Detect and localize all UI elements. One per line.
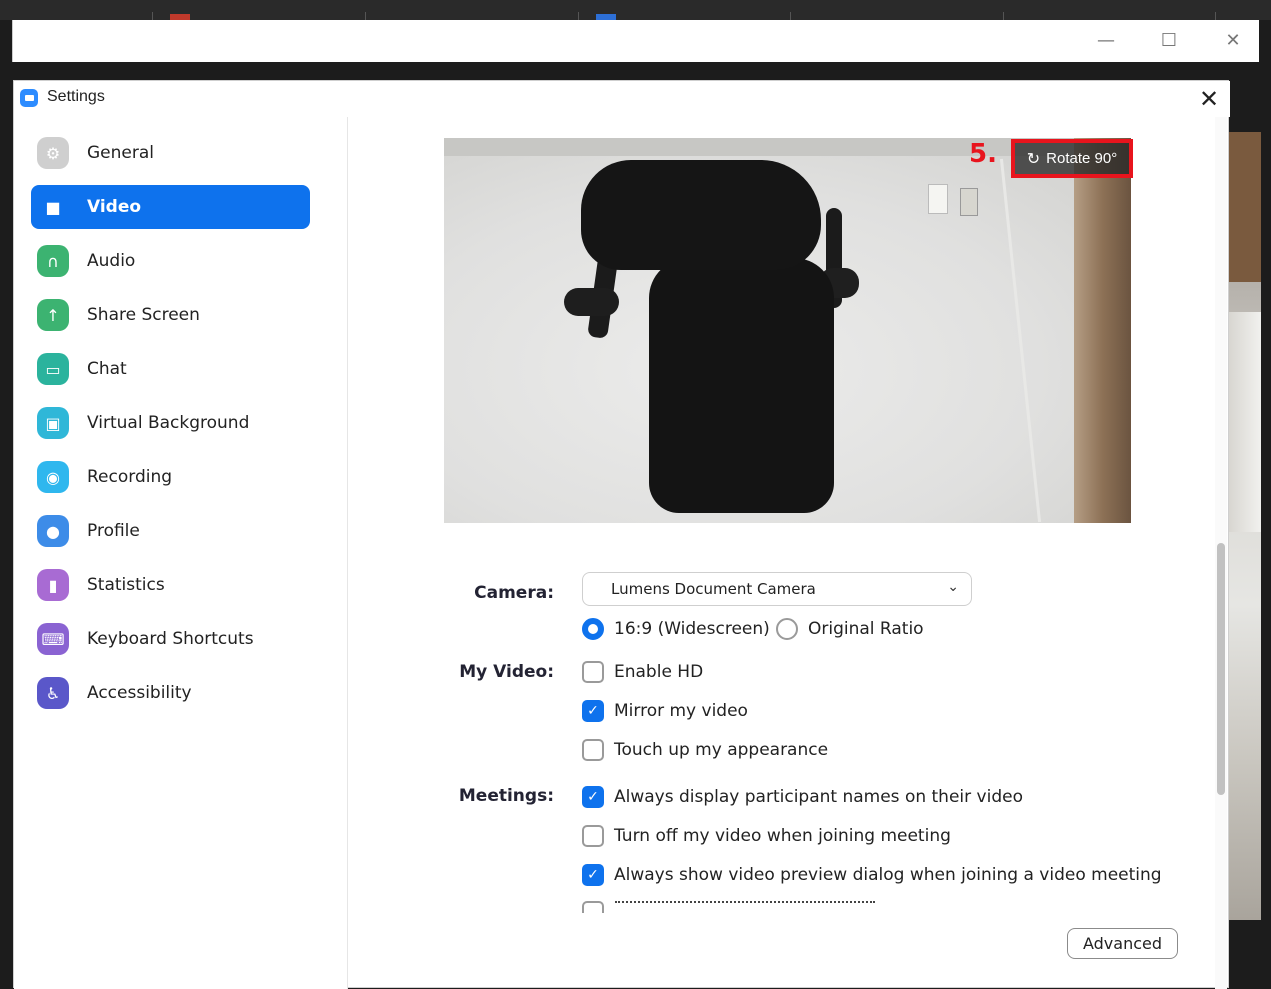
sidebar-item-label: Audio — [87, 251, 136, 271]
sidebar-item-label: Recording — [87, 467, 173, 487]
tab-divider — [365, 12, 366, 20]
tab-divider — [1215, 12, 1216, 20]
sidebar-item-label: Share Screen — [87, 305, 200, 325]
statistics-icon: ▮ — [37, 569, 69, 601]
sidebar-item-label: Statistics — [87, 575, 165, 595]
gear-icon: ⚙ — [37, 137, 69, 169]
touch-up-checkbox[interactable] — [582, 739, 604, 761]
preview-object — [1074, 138, 1131, 523]
background-object — [1229, 312, 1261, 532]
ratio-original-option[interactable]: Original Ratio — [776, 618, 924, 640]
turn-off-video-checkbox[interactable] — [582, 825, 604, 847]
accessibility-icon: ♿ — [37, 677, 69, 709]
sidebar-item-audio[interactable]: ∩ Audio — [31, 239, 310, 283]
clipped-option-row — [582, 901, 1182, 913]
dialog-titlebar: Settings ✕ — [14, 81, 1230, 117]
zoom-app-icon — [20, 89, 38, 107]
sidebar-item-label: Virtual Background — [87, 413, 250, 433]
camera-label: Camera: — [474, 583, 554, 603]
video-camera-icon: ■ — [45, 197, 61, 217]
clipped-checkbox[interactable] — [582, 901, 604, 913]
video-preview-dialog-checkbox[interactable]: ✓ — [582, 864, 604, 886]
sidebar-item-video[interactable]: ■ Video — [31, 185, 310, 229]
display-names-checkbox[interactable]: ✓ — [582, 786, 604, 808]
share-screen-icon: ↑ — [37, 299, 69, 331]
sidebar-item-label: Profile — [87, 521, 140, 541]
rotate-label: Rotate 90° — [1046, 150, 1118, 167]
sidebar-item-virtual-background[interactable]: ▣ Virtual Background — [31, 401, 310, 445]
my-video-label: My Video: — [459, 662, 554, 682]
meetings-label: Meetings: — [458, 786, 554, 806]
step-annotation-label: 5. — [969, 139, 997, 169]
close-window-button[interactable]: ✕ — [1218, 28, 1248, 52]
clipped-label — [615, 901, 875, 905]
preview-object — [960, 188, 978, 216]
sidebar-item-accessibility[interactable]: ♿ Accessibility — [31, 671, 310, 715]
tab-divider — [578, 12, 579, 20]
camera-dropdown[interactable]: Lumens Document Camera ⌄ — [582, 572, 972, 606]
ratio-original-radio[interactable] — [776, 618, 798, 640]
tab-divider — [152, 12, 153, 20]
mirror-video-option[interactable]: ✓ Mirror my video — [582, 700, 748, 722]
mirror-video-label: Mirror my video — [614, 701, 748, 721]
sidebar-item-recording[interactable]: ◉ Recording — [31, 455, 310, 499]
ratio-original-label: Original Ratio — [808, 619, 924, 639]
sidebar-item-keyboard-shortcuts[interactable]: ⌨ Keyboard Shortcuts — [31, 617, 310, 661]
background-object — [1229, 132, 1261, 282]
sidebar-item-label: Accessibility — [87, 683, 192, 703]
minimize-button[interactable]: — — [1091, 28, 1121, 52]
preview-object — [928, 184, 948, 214]
ratio-widescreen-label: 16:9 (Widescreen) — [614, 619, 770, 639]
close-dialog-button[interactable]: ✕ — [1194, 85, 1224, 113]
sidebar-item-statistics[interactable]: ▮ Statistics — [31, 563, 310, 607]
rotate-90-button[interactable]: ↻ Rotate 90° — [1011, 139, 1133, 178]
video-preview-dialog-label: Always show video preview dialog when jo… — [614, 865, 1162, 885]
preview-object — [649, 258, 834, 513]
virtual-background-icon: ▣ — [37, 407, 69, 439]
advanced-button[interactable]: Advanced — [1067, 928, 1178, 959]
touch-up-option[interactable]: Touch up my appearance — [582, 739, 828, 761]
background-browser-strip — [0, 0, 1271, 20]
touch-up-label: Touch up my appearance — [614, 740, 829, 760]
parent-window-titlebar: — ☐ ✕ — [12, 20, 1259, 62]
enable-hd-checkbox[interactable] — [582, 661, 604, 683]
sidebar-item-chat[interactable]: ▭ Chat — [31, 347, 310, 391]
keyboard-icon: ⌨ — [37, 623, 69, 655]
sidebar-item-share-screen[interactable]: ↑ Share Screen — [31, 293, 310, 337]
tab-divider — [790, 12, 791, 20]
headphones-icon: ∩ — [37, 245, 69, 277]
tab-divider — [1003, 12, 1004, 20]
camera-selected-value: Lumens Document Camera — [611, 580, 816, 598]
background-video-glimpse — [1229, 132, 1261, 920]
settings-dialog: Settings ✕ ⚙ General ■ Video ∩ Audio ↑ Share Sc… — [13, 80, 1230, 989]
recording-icon: ◉ — [37, 461, 69, 493]
chevron-down-icon: ⌄ — [947, 579, 959, 595]
sidebar-item-label: General — [87, 143, 154, 163]
enable-hd-label: Enable HD — [614, 662, 704, 682]
profile-icon: ● — [37, 515, 69, 547]
dialog-title: Settings — [47, 88, 105, 105]
turn-off-video-option[interactable]: Turn off my video when joining meeting — [582, 825, 951, 847]
mirror-video-checkbox[interactable]: ✓ — [582, 700, 604, 722]
ratio-widescreen-radio[interactable] — [582, 618, 604, 640]
chat-bubble-icon: ▭ — [37, 353, 69, 385]
maximize-button[interactable]: ☐ — [1154, 28, 1184, 52]
display-names-option[interactable]: ✓ Always display participant names on th… — [582, 786, 1023, 808]
ratio-widescreen-option[interactable]: 16:9 (Widescreen) — [582, 618, 770, 640]
preview-object — [581, 160, 821, 270]
sidebar-item-label: Keyboard Shortcuts — [87, 629, 254, 649]
camera-preview — [444, 138, 1131, 523]
rotate-icon: ↻ — [1026, 149, 1041, 168]
settings-sidebar: ⚙ General ■ Video ∩ Audio ↑ Share Screen ▭ Chat ▣ V… — [14, 117, 348, 989]
sidebar-item-label: Chat — [87, 359, 127, 379]
sidebar-item-label: Video — [87, 197, 142, 217]
scrollbar-thumb[interactable] — [1217, 543, 1225, 795]
turn-off-video-label: Turn off my video when joining meeting — [614, 826, 951, 846]
enable-hd-option[interactable]: Enable HD — [582, 661, 703, 683]
sidebar-item-profile[interactable]: ● Profile — [31, 509, 310, 553]
video-preview-dialog-option[interactable]: ✓ Always show video preview dialog when … — [582, 864, 1162, 886]
display-names-label: Always display participant names on thei… — [614, 787, 1023, 807]
preview-object — [564, 288, 619, 316]
sidebar-item-general[interactable]: ⚙ General — [31, 131, 310, 175]
